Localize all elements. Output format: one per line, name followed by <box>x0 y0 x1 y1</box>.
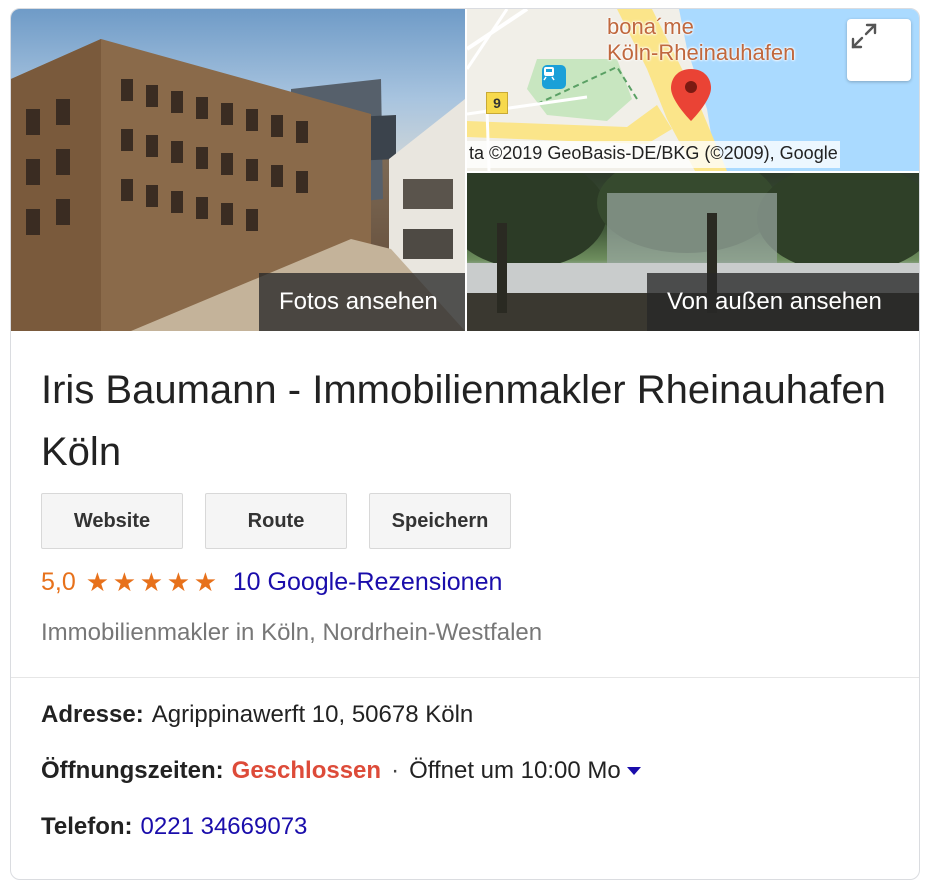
tram-icon <box>542 65 566 89</box>
map-place-label: bona´me Köln-Rheinauhafen <box>607 14 795 66</box>
star-icon: ★ <box>112 567 137 597</box>
expand-icon <box>851 23 877 49</box>
map-tile[interactable]: bona´me Köln-Rheinauhafen 9 ta ©2019 Geo… <box>467 9 919 171</box>
road-number-badge: 9 <box>486 92 508 114</box>
hours-next-open[interactable]: Öffnet um 10:00 Mo <box>409 757 621 785</box>
map-place-line2: Köln-Rheinauhafen <box>607 40 796 65</box>
save-button[interactable]: Speichern <box>369 493 511 549</box>
media-gallery: Fotos ansehen bona´me Köln-Rheinauhafen … <box>11 9 919 331</box>
star-icon: ★ <box>193 567 218 597</box>
hours-separator: · <box>391 757 400 784</box>
star-icon: ★ <box>85 567 110 597</box>
phone-link[interactable]: 0221 34669073 <box>141 813 308 841</box>
star-rating: ★ ★ ★ ★ ★ <box>86 567 221 597</box>
phone-label: Telefon: <box>41 813 133 840</box>
hours-row[interactable]: Öffnungszeiten: Geschlossen · Öffnet um … <box>41 757 641 785</box>
business-title: Iris Baumann - Immobilienmakler Rheinauh… <box>41 368 886 474</box>
hours-status: Geschlossen <box>231 757 382 784</box>
business-category: Immobilienmakler in Köln, Nordrhein-West… <box>41 619 543 646</box>
address-value: Agrippinawerft 10, 50678 Köln <box>151 701 474 728</box>
knowledge-panel: Fotos ansehen bona´me Köln-Rheinauhafen … <box>10 8 920 880</box>
expand-map-button[interactable] <box>847 19 911 81</box>
photo-tile[interactable]: Fotos ansehen <box>11 9 465 331</box>
star-icon: ★ <box>166 567 191 597</box>
address-label: Adresse: <box>41 701 144 728</box>
action-buttons: Website Route Speichern <box>41 493 511 549</box>
phone-row: Telefon: 0221 34669073 <box>41 813 307 841</box>
hours-label: Öffnungszeiten: <box>41 757 224 784</box>
map-attribution: ta ©2019 GeoBasis-DE/BKG (©2009), Google <box>467 141 840 168</box>
street-view-tile[interactable]: Von außen ansehen <box>467 173 919 331</box>
address-row: Adresse: Agrippinawerft 10, 50678 Köln <box>41 701 473 729</box>
rating-value: 5,0 <box>41 567 76 596</box>
divider <box>11 677 919 678</box>
rating-row: 5,0 ★ ★ ★ ★ ★ 10 Google-Rezensionen <box>41 567 502 597</box>
reviews-link[interactable]: 10 Google-Rezensionen <box>233 568 503 597</box>
chevron-down-icon[interactable] <box>626 767 641 775</box>
photos-label[interactable]: Fotos ansehen <box>259 273 465 331</box>
star-icon: ★ <box>139 567 164 597</box>
map-place-line1: bona´me <box>607 14 694 39</box>
street-view-label[interactable]: Von außen ansehen <box>647 273 919 331</box>
website-button[interactable]: Website <box>41 493 183 549</box>
route-button[interactable]: Route <box>205 493 347 549</box>
